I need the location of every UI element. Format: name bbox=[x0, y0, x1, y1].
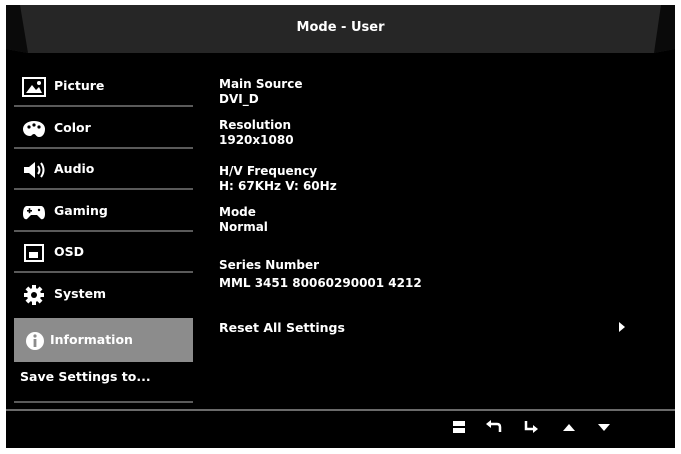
divider bbox=[14, 401, 193, 403]
gamepad-icon bbox=[23, 205, 45, 219]
resolution-label: Resolution bbox=[219, 118, 292, 132]
menu-label-picture: Picture bbox=[54, 78, 105, 93]
footer-divider bbox=[6, 409, 675, 411]
chevron-right-icon[interactable] bbox=[618, 321, 626, 333]
menu-label-system: System bbox=[54, 285, 107, 301]
menu-item-information[interactable]: Information bbox=[14, 317, 193, 362]
menu-label-gaming: Gaming bbox=[54, 202, 108, 218]
divider bbox=[14, 105, 193, 107]
osd-panel: Mode - User Picture Color Audio Gaming O… bbox=[6, 5, 675, 448]
save-settings-item[interactable]: Save Settings to... bbox=[14, 363, 193, 403]
mode-value: Normal bbox=[219, 220, 268, 234]
mode-label: Mode bbox=[219, 205, 256, 219]
reset-all-settings[interactable]: Reset All Settings bbox=[219, 320, 345, 335]
menu-icon[interactable] bbox=[450, 419, 468, 435]
speaker-icon bbox=[24, 162, 45, 178]
osd-icon bbox=[24, 244, 44, 262]
divider bbox=[14, 146, 193, 149]
menu-label-osd: OSD bbox=[54, 244, 85, 259]
menu-item-audio[interactable]: Audio bbox=[14, 150, 193, 190]
divider bbox=[14, 229, 193, 232]
resolution-value: 1920x1080 bbox=[219, 133, 294, 147]
enter-icon[interactable] bbox=[522, 419, 540, 435]
palette-icon bbox=[23, 120, 45, 137]
serial-value: MML 3451 80060290001 4212 bbox=[219, 276, 422, 290]
main-source-value: DVI_D bbox=[219, 92, 259, 106]
gear-icon bbox=[24, 284, 44, 305]
header-bar: Mode - User bbox=[6, 5, 675, 53]
serial-label: Series Number bbox=[219, 258, 320, 272]
menu-label-audio: Audio bbox=[54, 161, 95, 176]
frequency-label: H/V Frequency bbox=[219, 164, 318, 178]
divider bbox=[14, 271, 193, 273]
menu-label-information: Information bbox=[50, 331, 133, 347]
menu-item-picture[interactable]: Picture bbox=[14, 67, 193, 107]
main-source-label: Main Source bbox=[219, 77, 303, 91]
picture-icon bbox=[22, 77, 46, 97]
back-icon[interactable] bbox=[485, 419, 503, 435]
menu-item-system[interactable]: System bbox=[14, 275, 193, 315]
save-settings-label: Save Settings to... bbox=[20, 369, 151, 384]
page-title: Mode - User bbox=[296, 20, 385, 35]
frequency-value: H: 67KHz V: 60Hz bbox=[219, 179, 337, 193]
menu-item-gaming[interactable]: Gaming bbox=[14, 192, 193, 232]
up-arrow-icon[interactable] bbox=[560, 419, 578, 435]
info-icon bbox=[26, 331, 44, 350]
menu-item-osd[interactable]: OSD bbox=[14, 233, 193, 273]
down-arrow-icon[interactable] bbox=[595, 419, 613, 435]
menu-item-color[interactable]: Color bbox=[14, 109, 193, 149]
sidebar-menu: Picture Color Audio Gaming OSD System In… bbox=[14, 67, 193, 403]
divider bbox=[14, 188, 193, 190]
menu-label-color: Color bbox=[54, 119, 91, 135]
